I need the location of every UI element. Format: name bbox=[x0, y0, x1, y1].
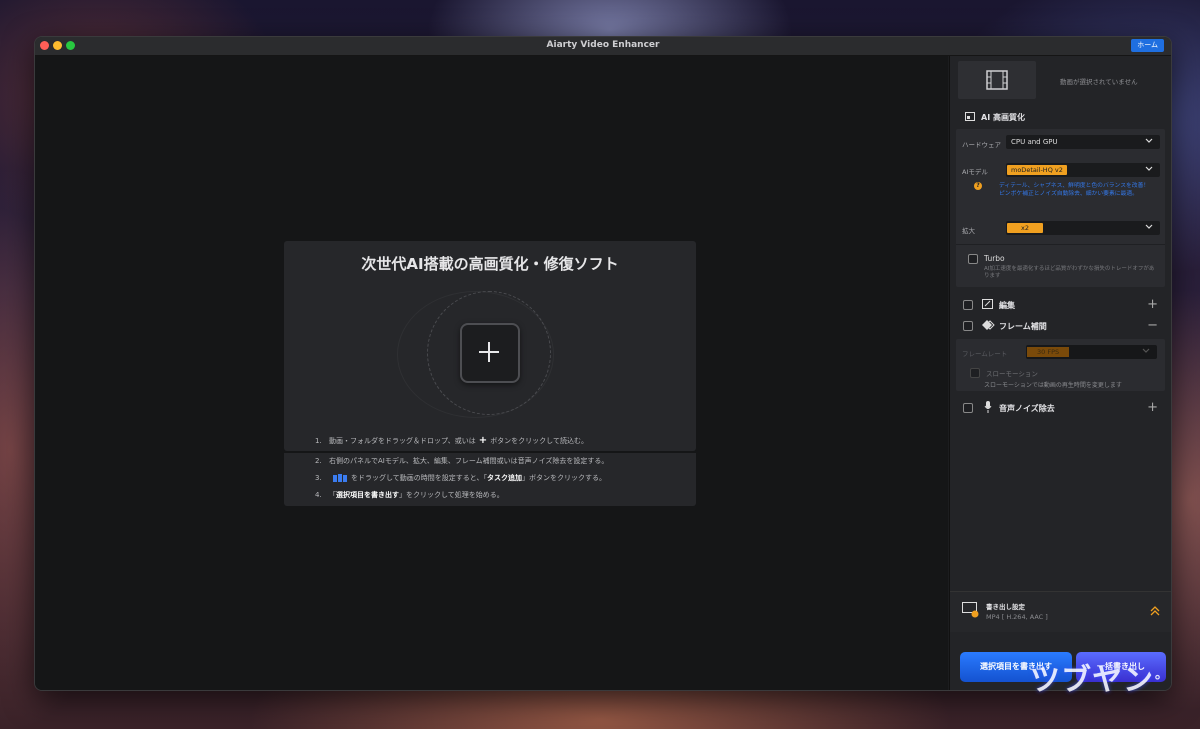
edit-icon bbox=[982, 299, 993, 309]
audio-noise-row[interactable]: 音声ノイズ除去 + bbox=[954, 398, 1168, 418]
drop-zone[interactable]: 次世代AI搭載の高画質化・修復ソフト 1. 動画・フォルダをドラッグ＆ドロップ、或… bbox=[284, 241, 696, 451]
turbo-description: AI加工速度を最適化するほど品質がわずかな損失のトレードオフがあ ります bbox=[984, 266, 1155, 279]
step-3: 3. をドラッグして動画の時間を設定すると、「タスク追加」ボタンをクリックする。 bbox=[315, 474, 607, 482]
collapse-minus-icon[interactable]: − bbox=[1147, 318, 1158, 333]
scale-label: 拡大 bbox=[962, 227, 975, 235]
video-thumbnail[interactable] bbox=[958, 61, 1036, 99]
ai-model-select[interactable]: moDetail-HQ v2 bbox=[1006, 163, 1160, 177]
no-video-text: 動画が選択されていません bbox=[1060, 78, 1138, 86]
chevron-down-icon bbox=[1145, 224, 1153, 229]
divider bbox=[956, 244, 1165, 245]
chevron-up-double-icon[interactable] bbox=[1150, 606, 1160, 616]
app-window: Aiarty Video Enhancer ホーム 次世代AI搭載の高画質化・修… bbox=[34, 36, 1172, 691]
slow-motion-description: スローモーションでは動画の再生時間を変更します bbox=[984, 382, 1122, 389]
plus-icon: + bbox=[478, 435, 488, 446]
scale-select[interactable]: x2 bbox=[1006, 221, 1160, 235]
expand-plus-icon[interactable]: + bbox=[1147, 297, 1158, 312]
expand-plus-icon[interactable]: + bbox=[1147, 400, 1158, 415]
frame-interpolation-row[interactable]: フレーム補間 − bbox=[954, 316, 1168, 336]
ai-settings-box: ハードウェア CPU and GPU AIモデル moDetail-HQ v2 … bbox=[956, 129, 1165, 287]
watermark-logo: ツブヤン° bbox=[1030, 663, 1162, 698]
export-settings-label: 書き出し設定 bbox=[986, 603, 1025, 611]
frame-interpolation-settings: フレームレート 30 FPS スローモーション スローモーションでは動画の再生時… bbox=[956, 339, 1165, 391]
window-title: Aiarty Video Enhancer bbox=[546, 40, 660, 50]
export-format: MP4 [ H.264, AAC ] bbox=[986, 613, 1048, 621]
edit-checkbox[interactable] bbox=[963, 300, 973, 310]
add-video-button[interactable] bbox=[460, 323, 520, 383]
settings-sidebar: 動画が選択されていません AI 高画質化 ハードウェア CPU and GPU … bbox=[949, 56, 1171, 690]
hardware-label: ハードウェア bbox=[962, 141, 1001, 149]
hardware-select[interactable]: CPU and GPU bbox=[1006, 135, 1160, 149]
microphone-icon bbox=[984, 401, 992, 413]
ai-enhance-heading: AI 高画質化 bbox=[981, 113, 1025, 122]
plus-icon bbox=[479, 342, 499, 362]
step-1: 1. 動画・フォルダをドラッグ＆ドロップ、或いは + ボタンをクリックして読込む。 bbox=[315, 435, 588, 446]
trim-handle-icon bbox=[333, 474, 347, 482]
step-4: 4. 「選択項目を書き出す」をクリックして処理を始める。 bbox=[315, 491, 504, 499]
step-2: 2. 右側のパネルでAIモデル、拡大、編集、フレーム補間或いは音声ノイズ除去を設定… bbox=[315, 457, 609, 465]
preview-area: 次世代AI搭載の高画質化・修復ソフト 1. 動画・フォルダをドラッグ＆ドロップ、或… bbox=[35, 56, 948, 690]
chevron-down-icon bbox=[1142, 348, 1150, 353]
ai-enhance-icon bbox=[965, 112, 975, 121]
title-bar: Aiarty Video Enhancer ホーム bbox=[35, 37, 1171, 56]
slow-motion-checkbox[interactable] bbox=[970, 368, 980, 378]
frame-rate-label: フレームレート bbox=[962, 350, 1008, 358]
turbo-label: Turbo bbox=[984, 254, 1005, 263]
ai-model-label: AIモデル bbox=[962, 168, 988, 176]
help-icon[interactable]: ? bbox=[974, 182, 982, 190]
turbo-checkbox[interactable] bbox=[968, 254, 978, 264]
ai-model-description: ディテール、シャプネス、鮮明度と色のバランスを改善！ ピンボケ補正とノイズ自動除… bbox=[999, 183, 1150, 197]
film-icon bbox=[986, 70, 1008, 90]
export-settings-icon bbox=[962, 602, 979, 618]
dropzone-title: 次世代AI搭載の高画質化・修復ソフト bbox=[361, 255, 619, 273]
frame-interpolation-checkbox[interactable] bbox=[963, 321, 973, 331]
home-button[interactable]: ホーム bbox=[1131, 39, 1164, 52]
edit-row[interactable]: 編集 + bbox=[954, 295, 1168, 315]
frame-rate-select[interactable]: 30 FPS bbox=[1026, 345, 1157, 359]
instructions-panel: 2. 右側のパネルでAIモデル、拡大、編集、フレーム補間或いは音声ノイズ除去を設定… bbox=[284, 453, 696, 506]
slow-motion-label: スローモーション bbox=[986, 370, 1038, 378]
audio-noise-checkbox[interactable] bbox=[963, 403, 973, 413]
chevron-down-icon bbox=[1145, 166, 1153, 171]
frame-interpolation-icon bbox=[982, 320, 995, 330]
chevron-down-icon bbox=[1145, 138, 1153, 143]
export-settings[interactable]: 書き出し設定 MP4 [ H.264, AAC ] bbox=[950, 591, 1171, 632]
